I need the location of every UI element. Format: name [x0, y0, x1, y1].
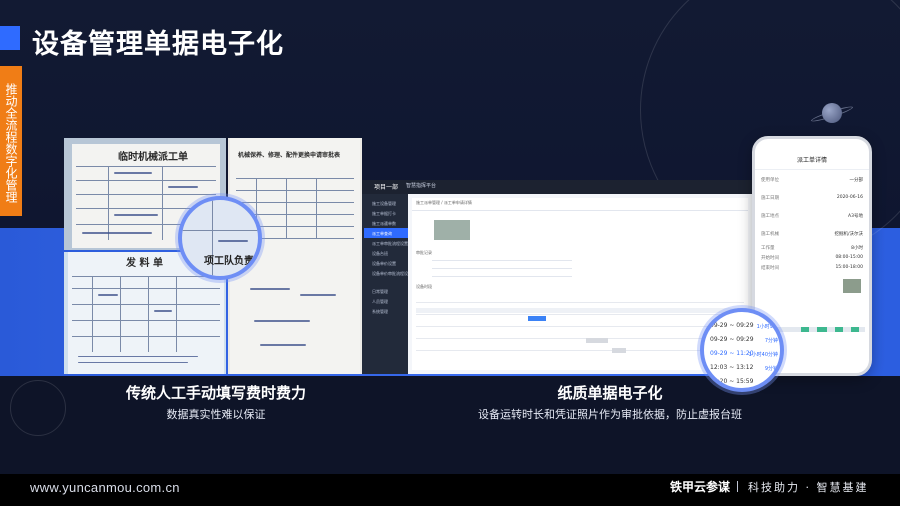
- lens-row: 12:03 ~ 13:12 9分钟: [710, 364, 778, 372]
- sidebar-menu-item[interactable]: 施工单据打卡: [364, 208, 408, 218]
- sidebar-menu-item[interactable]: 系统管理: [364, 306, 408, 316]
- timeline-bar: [586, 338, 608, 343]
- sidebar-menu-item[interactable]: 人员管理: [364, 296, 408, 306]
- phone-row: 结束时间 15:00-18:00: [761, 265, 863, 271]
- footer-url-link[interactable]: www.yuncanmou.com.cn: [30, 480, 180, 495]
- sidebar-menu-item[interactable]: 施工派遣单数: [364, 218, 408, 228]
- right-caption-title: 纸质单据电子化: [557, 384, 663, 402]
- timeline-bar: [612, 348, 626, 353]
- section-label: 审批记录: [416, 250, 432, 255]
- phone-row: 施工地点 A3号地: [761, 214, 863, 219]
- lens-row-selected: 09-29 ~ 11:20 1小时40分钟: [710, 350, 778, 358]
- sidebar-menu-item[interactable]: 设备单价设置: [364, 258, 408, 268]
- sidebar-menu-item[interactable]: 设备单价审批流程设置: [364, 268, 408, 278]
- left-caption-title: 传统人工手动填写费时费力: [125, 384, 306, 402]
- voucher-photo-icon[interactable]: [843, 279, 861, 293]
- footer-divider: [737, 481, 738, 492]
- sidebar-menu-item[interactable]: 派工单审批流程设置: [364, 238, 408, 248]
- planet-icon: [822, 103, 842, 123]
- timeline-row: [416, 308, 736, 313]
- magnifier-text: 项工队负责: [204, 256, 254, 267]
- phone-row: 开始时间 08:00-15:00: [761, 255, 863, 261]
- voucher-photo-thumbnail[interactable]: [434, 220, 470, 240]
- magnifier-lens: 项工队负责: [178, 196, 262, 280]
- phone-row: 使用单位 一分部: [761, 178, 863, 183]
- web-app-screenshot: 项目一部 智慧指挥平台 施工设备管理 施工单据打卡 施工派遣单数 派工单查询 派…: [362, 180, 752, 374]
- phone-row: 施工机械 挖掘机/沃尔沃: [761, 232, 863, 237]
- lens-row: 09-29 ~ 09:29 1小时9分: [710, 322, 778, 330]
- left-caption-subtitle: 数据真实性难以保证: [166, 408, 266, 421]
- phone-row: 工作量 8小时: [761, 246, 863, 251]
- sidebar-menu-item[interactable]: 设备台班: [364, 248, 408, 258]
- timeline-grid: [416, 302, 744, 366]
- material-sheet-title: 发 料 单: [126, 258, 163, 269]
- footer-slogan: 科技助力 · 智慧基建: [748, 481, 869, 494]
- footer-brand-logo: 铁甲云参谋: [670, 480, 731, 494]
- side-tab-label: 推动全流程数字化管理: [0, 66, 22, 216]
- timeline-bar: [528, 316, 546, 321]
- breadcrumb: 施工派单管理 / 派工单申请详情: [416, 200, 472, 205]
- sidebar-menu-item[interactable]: 日常管理: [364, 286, 408, 296]
- right-caption-subtitle: 设备运转时长和凭证照片作为审批依据，防止虚报台班: [478, 408, 742, 421]
- title-accent-bar: [0, 26, 20, 50]
- repair-sheet-title: 机械保养、修理、配件更换申请审批表: [238, 152, 341, 159]
- phone-row: 施工日期 2020-06-16: [761, 195, 863, 201]
- section-label: 设备时段: [416, 284, 432, 289]
- lens-row: 09-29 ~ 09:29 7分钟: [710, 336, 778, 344]
- sidebar-menu-item-active[interactable]: 派工单查询: [364, 228, 408, 238]
- sidebar-menu-item[interactable]: 施工设备管理: [364, 198, 408, 208]
- web-app-main: 施工派单管理 / 派工单申请详情 审批记录 设备时段: [412, 198, 748, 370]
- web-app-topbar: 项目一部 智慧指挥平台: [362, 180, 752, 194]
- dispatch-sheet-title: 临时机械派工单: [118, 152, 188, 163]
- web-app-platform: 智慧指挥平台: [406, 183, 437, 189]
- page-title: 设备管理单据电子化: [32, 29, 284, 60]
- decorative-circle: [10, 380, 66, 436]
- web-app-sidebar: 施工设备管理 施工单据打卡 施工派遣单数 派工单查询 派工单审批流程设置 设备台…: [362, 194, 408, 374]
- runtime-magnifier-lens: 09-29 ~ 09:29 1小时9分 09-29 ~ 09:29 7分钟 09-2…: [700, 308, 784, 392]
- web-app-brand: 项目一部: [374, 184, 399, 191]
- phone-title: 派工单详情: [796, 157, 827, 164]
